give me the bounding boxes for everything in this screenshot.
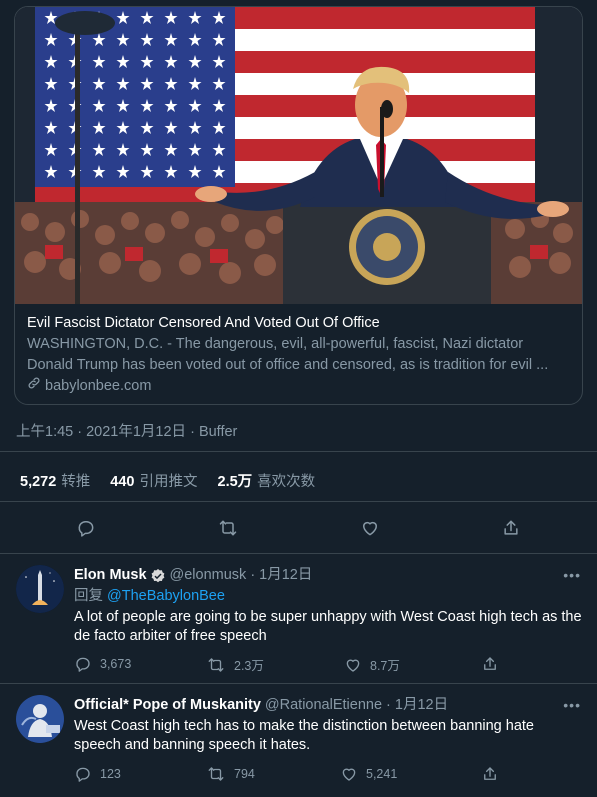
reply-icon [78, 521, 94, 537]
tweet-action-bar [0, 515, 597, 545]
reply-tweet[interactable]: Elon Musk @elonmusk · 1月12日 回复 @TheBabyl… [0, 553, 597, 683]
divider [0, 501, 597, 502]
more-options-icon[interactable]: ••• [563, 697, 581, 713]
more-options-icon[interactable]: ••• [563, 567, 581, 583]
retweet-action[interactable]: 2.3万 [206, 655, 264, 674]
tweet-timestamp[interactable]: 上午1:45 · 2021年1月12日 · Buffer [16, 420, 237, 441]
quote-count: 440 [110, 474, 135, 490]
reply-tweet[interactable]: Official* Pope of Muskanity @RationalEti… [0, 683, 597, 797]
like-action[interactable]: 8.7万 [344, 655, 400, 674]
reply-icon [76, 657, 90, 672]
card-domain-text: babylonbee.com [45, 378, 152, 394]
tweet-stats: 5,272 转推 440 引用推文 2.5万 喜欢次数 [20, 470, 315, 491]
card-domain[interactable]: babylonbee.com [27, 375, 570, 397]
retweet-count: 5,272 [20, 474, 57, 490]
reply-button[interactable] [73, 515, 99, 541]
author-handle[interactable]: @elonmusk · 1月12日 [170, 566, 313, 585]
like-action[interactable]: 5,241 [340, 765, 397, 783]
card-description-line2: Donald Trump has been voted out of offic… [27, 357, 549, 373]
like-count: 5,241 [366, 767, 398, 781]
like-icon [363, 521, 377, 536]
like-label: 喜欢次数 [257, 474, 316, 490]
retweet-stat[interactable]: 5,272 转推 [20, 470, 90, 491]
link-icon [27, 375, 41, 397]
like-count: 8.7万 [370, 659, 400, 673]
share-action[interactable] [481, 655, 499, 673]
rally-photo [15, 7, 582, 304]
reply-icon [76, 767, 90, 782]
author-name[interactable]: Official* Pope of Muskanity [74, 696, 261, 715]
retweet-count: 2.3万 [234, 659, 264, 673]
reply-to-line: 回复 @TheBabylonBee [74, 587, 583, 606]
link-card[interactable]: Evil Fascist Dictator Censored And Voted… [14, 6, 583, 405]
retweet-icon [219, 520, 237, 536]
like-icon [346, 659, 360, 672]
reply-count: 123 [100, 767, 121, 781]
like-stat[interactable]: 2.5万 喜欢次数 [218, 470, 316, 491]
share-icon [504, 520, 518, 535]
retweet-icon [208, 767, 224, 781]
reply-count: 3,673 [100, 657, 132, 671]
retweet-icon [208, 657, 224, 672]
reply-to-prefix: 回复 [74, 588, 108, 604]
like-count: 2.5万 [217, 474, 253, 490]
share-icon [484, 657, 496, 670]
card-image [15, 7, 582, 304]
retweet-count: 794 [234, 767, 255, 781]
retweet-button[interactable] [215, 515, 241, 541]
retweet-action[interactable]: 794 [206, 765, 255, 783]
reply-action[interactable]: 3,673 [74, 655, 131, 673]
author-name[interactable]: Elon Musk [74, 566, 147, 585]
share-action[interactable] [481, 765, 499, 783]
reply-to-link[interactable]: @TheBabylonBee [107, 588, 225, 604]
reply-text: A lot of people are going to be super un… [74, 609, 582, 644]
reply-text: West Coast high tech has to make the dis… [74, 718, 534, 753]
share-button[interactable] [498, 515, 524, 541]
retweet-label: 转推 [61, 474, 91, 490]
like-button[interactable] [357, 515, 383, 541]
author-handle[interactable]: @RationalEtienne · 1月12日 [265, 696, 448, 715]
reply-action[interactable]: 123 [74, 765, 121, 783]
card-description-line1: WASHINGTON, D.C. - The dangerous, evil, … [27, 336, 524, 352]
avatar[interactable] [16, 565, 64, 613]
like-icon [342, 768, 356, 781]
avatar[interactable] [16, 695, 64, 743]
verified-badge-icon [150, 568, 166, 584]
quote-label: 引用推文 [139, 474, 198, 490]
share-icon [484, 767, 496, 780]
card-title: Evil Fascist Dictator Censored And Voted… [27, 315, 380, 331]
divider [0, 451, 597, 452]
quote-stat[interactable]: 440 引用推文 [110, 470, 197, 491]
